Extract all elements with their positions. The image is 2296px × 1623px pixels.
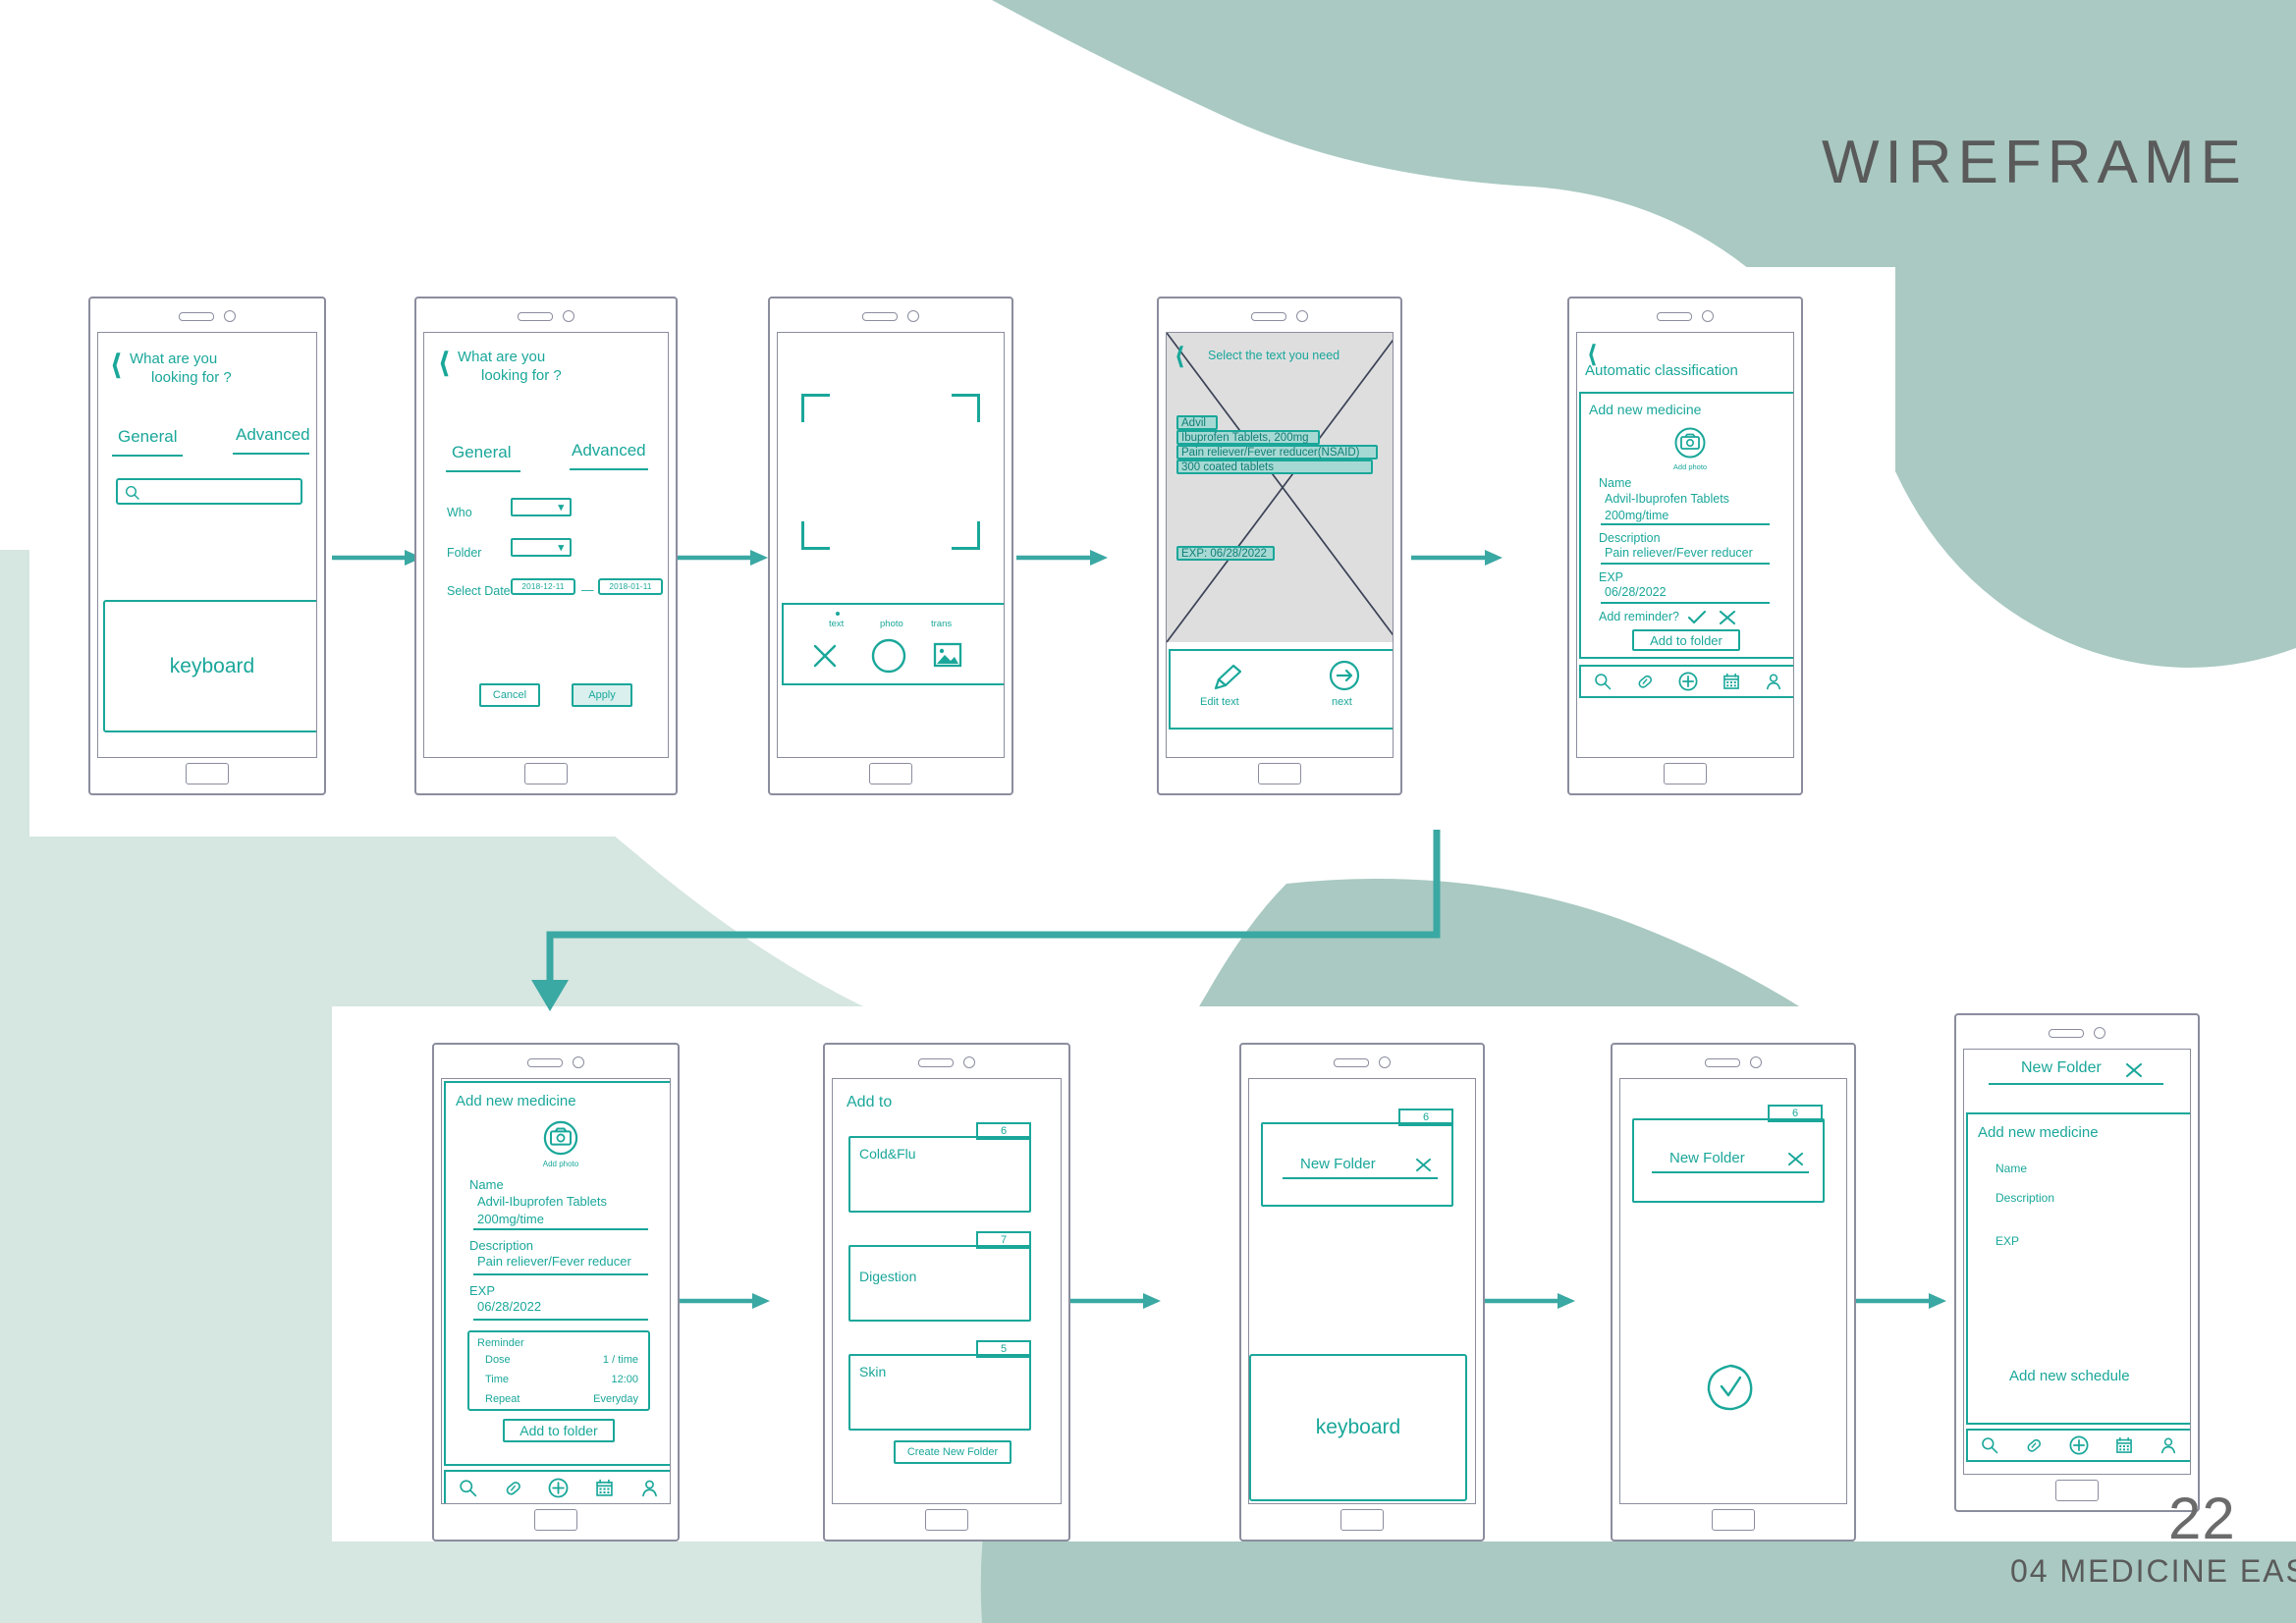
slide-title: WIREFRAME [1822, 129, 2247, 196]
section-label: 04 MEDICINE EASE [2010, 1553, 2296, 1589]
page-number: 22 [2168, 1486, 2236, 1551]
